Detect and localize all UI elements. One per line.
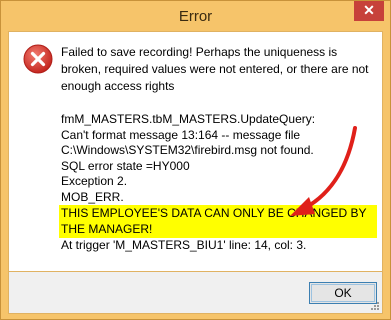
detail-line: SQL error state =HY000 bbox=[61, 158, 190, 173]
button-bar: OK bbox=[8, 272, 383, 314]
error-dialog: Error ✕ Failed to save recording! Perhap… bbox=[0, 0, 391, 320]
highlighted-message: THIS EMPLOYEE'S DATA CAN ONLY BE CHANGED… bbox=[59, 205, 377, 238]
resize-grip-icon[interactable] bbox=[370, 301, 380, 311]
error-message: Failed to save recording! Perhaps the un… bbox=[61, 45, 369, 93]
window-title: Error bbox=[178, 8, 213, 25]
detail-line: MOB_ERR. bbox=[61, 189, 124, 204]
detail-line: Exception 2. bbox=[61, 174, 128, 188]
close-icon: ✕ bbox=[363, 2, 375, 18]
detail-line: Can't format message 13:164 -- message f… bbox=[61, 127, 301, 142]
detail-line: C:\Windows\SYSTEM32\firebird.msg not fou… bbox=[61, 143, 314, 157]
ok-button[interactable]: OK bbox=[309, 282, 377, 304]
detail-line: fmM_MASTERS.tbM_MASTERS.UpdateQuery: bbox=[61, 112, 316, 126]
error-details: fmM_MASTERS.tbM_MASTERS.UpdateQuery: Can… bbox=[59, 112, 379, 254]
close-button[interactable]: ✕ bbox=[354, 1, 384, 21]
trigger-line: At trigger 'M_MASTERS_BIU1' line: 14, co… bbox=[61, 238, 307, 252]
message-area: Failed to save recording! Perhaps the un… bbox=[8, 31, 383, 272]
error-x-icon bbox=[23, 44, 53, 74]
title-bar[interactable]: Error ✕ bbox=[1, 1, 390, 31]
